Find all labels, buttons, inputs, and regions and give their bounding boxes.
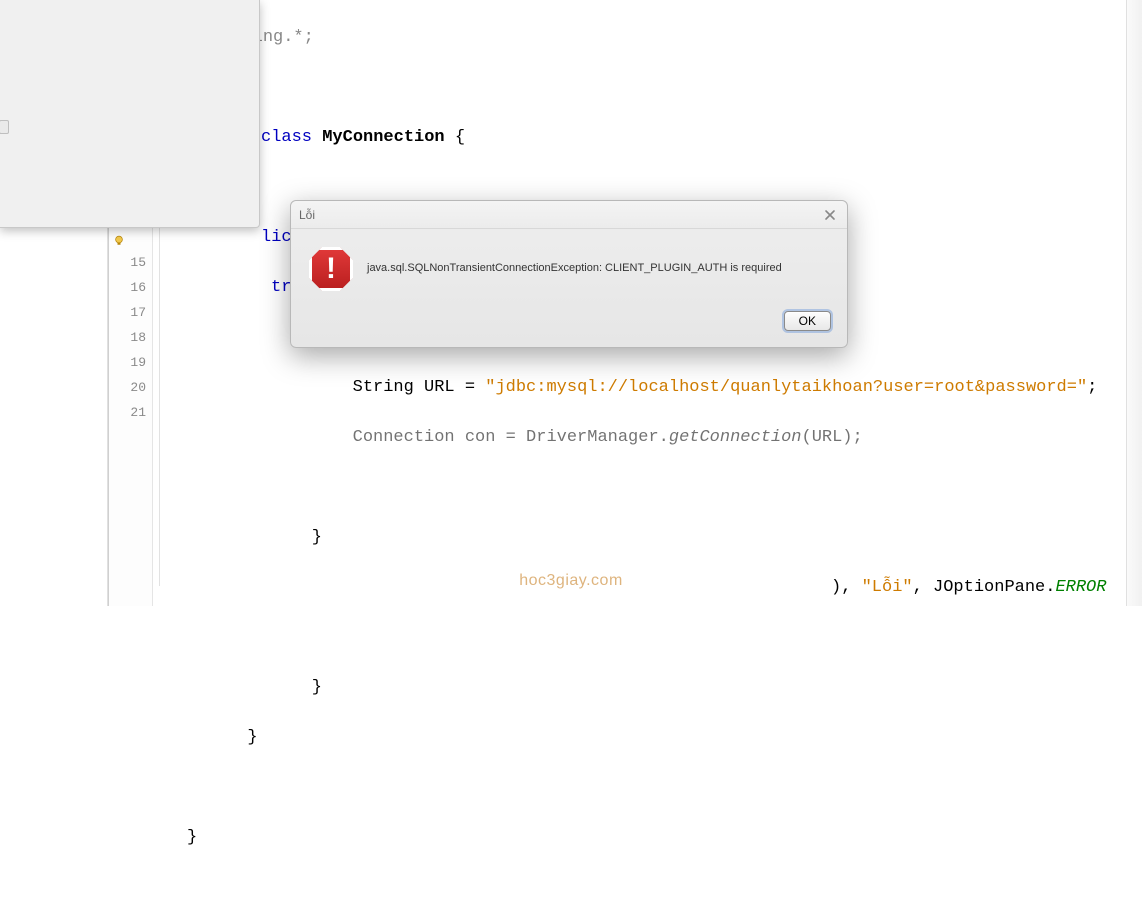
keyword: class <box>261 128 312 147</box>
dialog-body: ! java.sql.SQLNonTransientConnectionExce… <box>291 229 847 301</box>
floating-panel <box>0 0 260 228</box>
class-name: MyConnection <box>322 128 444 147</box>
lightbulb-icon[interactable] <box>113 231 125 243</box>
code-text: String URL = <box>271 378 485 397</box>
code-text: { <box>445 128 465 147</box>
code-text: } <box>271 678 322 697</box>
dialog-footer: OK <box>291 301 847 347</box>
dialog-title: Lỗi <box>299 208 821 222</box>
line-number <box>109 225 152 250</box>
line-number: 17 <box>109 300 152 325</box>
code-text: } <box>271 528 322 547</box>
line-number: 19 <box>109 350 152 375</box>
line-number: 18 <box>109 325 152 350</box>
constant: ERROR <box>1055 578 1106 597</box>
error-icon: ! <box>309 247 353 291</box>
error-dialog: Lỗi ! java.sql.SQLNonTransientConnection… <box>290 200 848 348</box>
line-number: 15 <box>109 250 152 275</box>
code-text: } <box>227 728 258 747</box>
close-icon[interactable] <box>821 206 839 224</box>
line-number: 20 <box>109 375 152 400</box>
keyword: lic <box>261 228 292 247</box>
code-text: ; <box>1087 378 1097 397</box>
dialog-titlebar[interactable]: Lỗi <box>291 201 847 229</box>
vertical-scrollbar[interactable] <box>1126 0 1142 606</box>
ok-button[interactable]: OK <box>784 311 831 331</box>
watermark-text: hoc3giay.com <box>519 572 623 590</box>
code-text: , JOptionPane. <box>913 578 1056 597</box>
string-literal: "jdbc:mysql://localhost/quanlytaikhoan?u… <box>485 378 1087 397</box>
line-number: 21 <box>109 400 152 425</box>
string-literal: "Lỗi" <box>862 578 913 597</box>
code-text: (URL); <box>802 428 863 447</box>
code-text: ), <box>831 578 862 597</box>
code-text: } <box>187 828 197 847</box>
panel-handle[interactable] <box>0 120 9 134</box>
dialog-message: java.sql.SQLNonTransientConnectionExcept… <box>367 261 782 276</box>
code-text: Connection con = DriverManager. <box>271 428 669 447</box>
method-call: getConnection <box>669 428 802 447</box>
line-number: 16 <box>109 275 152 300</box>
